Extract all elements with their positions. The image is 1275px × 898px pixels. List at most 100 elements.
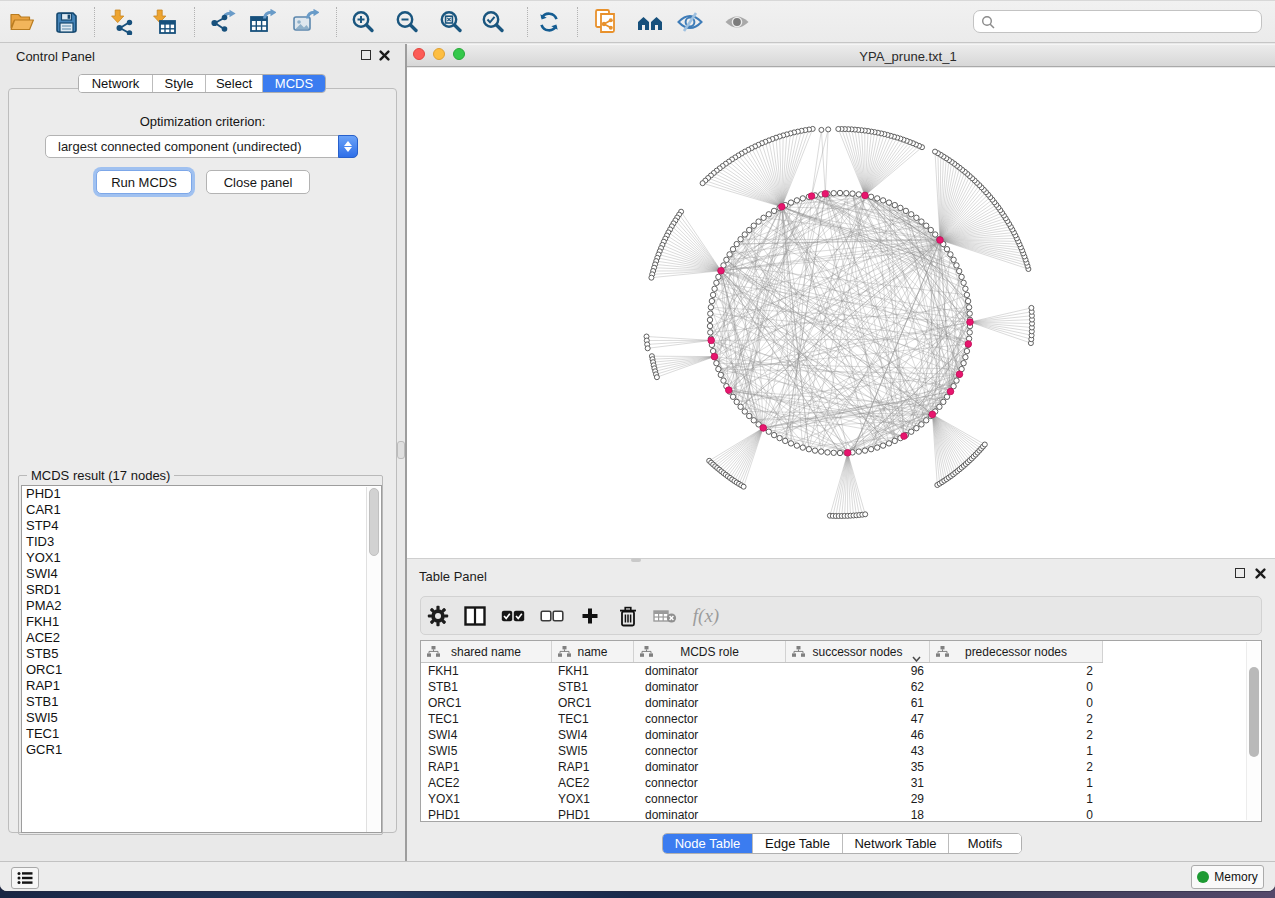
create-column-icon[interactable]: [576, 603, 604, 629]
window-close-button[interactable]: [413, 48, 425, 60]
import-table-icon[interactable]: [149, 8, 179, 36]
export-network-icon[interactable]: [207, 8, 237, 36]
tab-select[interactable]: Select: [206, 75, 263, 92]
column-header-successor-nodes[interactable]: successor nodes: [786, 641, 930, 662]
cell-mcds-role: dominator: [634, 807, 786, 823]
vertical-splitter-handle[interactable]: [397, 441, 405, 459]
table-row[interactable]: ACE2ACE2connector311: [421, 775, 1247, 791]
mcds-result-item[interactable]: RAP1: [22, 678, 381, 694]
cell-mcds-role: dominator: [634, 679, 786, 695]
column-header-predecessor-nodes[interactable]: predecessor nodes: [930, 641, 1103, 662]
column-header-MCDS-role[interactable]: MCDS role: [634, 641, 786, 662]
zoom-selected-icon[interactable]: [478, 8, 508, 36]
mcds-result-item[interactable]: PMA2: [22, 598, 381, 614]
mcds-result-item[interactable]: SRD1: [22, 582, 381, 598]
cell-successor-nodes: 31: [786, 775, 930, 791]
table-scrollbar-thumb[interactable]: [1249, 667, 1259, 757]
unselect-all-columns-icon[interactable]: [538, 603, 566, 629]
horizontal-splitter-handle[interactable]: [631, 558, 641, 562]
search-box[interactable]: [973, 10, 1262, 33]
export-table-icon[interactable]: [247, 8, 277, 36]
zoom-fit-icon[interactable]: [436, 8, 466, 36]
mcds-tab-content: Optimization criterion: largest connecte…: [8, 88, 397, 833]
zoom-in-icon[interactable]: [348, 8, 378, 36]
table-row[interactable]: PHD1PHD1dominator180: [421, 807, 1247, 823]
save-session-icon[interactable]: [51, 8, 81, 36]
mcds-result-item[interactable]: STB1: [22, 694, 381, 710]
table-row[interactable]: STB1STB1dominator620: [421, 679, 1247, 695]
close-panel-button[interactable]: Close panel: [206, 170, 310, 194]
table-row[interactable]: FKH1FKH1dominator962: [421, 663, 1247, 679]
mcds-result-list[interactable]: PHD1CAR1STP4TID3YOX1SWI4SRD1PMA2FKH1ACE2…: [21, 485, 382, 833]
mcds-result-item[interactable]: STP4: [22, 518, 381, 534]
import-network-icon[interactable]: [107, 8, 137, 36]
float-table-panel-icon[interactable]: [1235, 568, 1245, 578]
export-image-icon[interactable]: [290, 8, 320, 36]
mcds-result-item[interactable]: TID3: [22, 534, 381, 550]
zoom-out-icon[interactable]: [392, 8, 422, 36]
tab-node-table[interactable]: Node Table: [663, 834, 753, 853]
mcds-result-item[interactable]: SWI4: [22, 566, 381, 582]
column-header-shared-name[interactable]: shared name: [421, 641, 552, 662]
float-panel-icon[interactable]: [361, 50, 371, 60]
select-all-columns-icon[interactable]: [499, 603, 527, 629]
show-all-icon[interactable]: [722, 8, 752, 36]
tab-edge-table[interactable]: Edge Table: [753, 834, 843, 853]
network-canvas[interactable]: [407, 68, 1275, 558]
toolbar-separator: [94, 7, 95, 37]
mcds-result-item[interactable]: CAR1: [22, 502, 381, 518]
close-table-panel-icon[interactable]: [1255, 568, 1266, 579]
show-panels-button[interactable]: [11, 867, 39, 889]
run-mcds-button[interactable]: Run MCDS: [96, 170, 192, 194]
result-list-scrollbar[interactable]: [366, 487, 380, 833]
mcds-result-item[interactable]: GCR1: [22, 742, 381, 758]
window-minimize-button[interactable]: [433, 48, 445, 60]
mcds-result-item[interactable]: ORC1: [22, 662, 381, 678]
window-maximize-button[interactable]: [453, 48, 465, 60]
toolbar-separator: [527, 7, 528, 37]
tab-network[interactable]: Network: [79, 75, 153, 92]
table-row[interactable]: TEC1TEC1connector472: [421, 711, 1247, 727]
table-panel-tabs: Node TableEdge TableNetwork TableMotifs: [662, 833, 1022, 854]
delete-column-icon[interactable]: [614, 603, 642, 629]
dropdown-stepper-icon: [338, 135, 358, 158]
mcds-result-item[interactable]: STB5: [22, 646, 381, 662]
mcds-result-item[interactable]: FKH1: [22, 614, 381, 630]
close-panel-icon[interactable]: [379, 50, 390, 61]
mcds-result-item[interactable]: PHD1: [22, 486, 381, 502]
table-row[interactable]: SWI4SWI4dominator462: [421, 727, 1247, 743]
clone-network-icon[interactable]: [591, 8, 621, 36]
cell-predecessor-nodes: 2: [930, 711, 1103, 727]
result-list-scrollbar-thumb[interactable]: [369, 488, 379, 556]
mcds-result-item[interactable]: SWI5: [22, 710, 381, 726]
table-row[interactable]: YOX1YOX1connector291: [421, 791, 1247, 807]
table-row[interactable]: ORC1ORC1dominator610: [421, 695, 1247, 711]
cell-predecessor-nodes: 2: [930, 727, 1103, 743]
memory-button[interactable]: Memory: [1191, 865, 1264, 889]
tab-network-table[interactable]: Network Table: [843, 834, 949, 853]
overview-icon[interactable]: [636, 8, 666, 36]
tab-style[interactable]: Style: [153, 75, 206, 92]
cell-shared-name: PHD1: [421, 807, 552, 823]
search-input[interactable]: [995, 13, 1261, 31]
criterion-dropdown[interactable]: largest connected component (undirected): [45, 135, 358, 158]
tab-mcds[interactable]: MCDS: [263, 75, 325, 92]
table-row[interactable]: SWI5SWI5connector431: [421, 743, 1247, 759]
cell-mcds-role: connector: [634, 775, 786, 791]
mcds-result-item[interactable]: YOX1: [22, 550, 381, 566]
hide-selected-icon[interactable]: [675, 8, 705, 36]
mcds-result-item[interactable]: TEC1: [22, 726, 381, 742]
mcds-result-item[interactable]: ACE2: [22, 630, 381, 646]
network-window-titlebar[interactable]: YPA_prune.txt_1: [407, 44, 1275, 67]
table-row[interactable]: RAP1RAP1dominator352: [421, 759, 1247, 775]
search-icon: [981, 15, 995, 29]
panels-list-icon: [17, 871, 33, 885]
tab-motifs[interactable]: Motifs: [949, 834, 1021, 853]
open-file-icon[interactable]: [7, 8, 37, 36]
refresh-layout-icon[interactable]: [534, 8, 564, 36]
table-settings-gear-icon[interactable]: [424, 603, 452, 629]
table-scrollbar[interactable]: [1246, 642, 1260, 820]
cell-shared-name: SWI4: [421, 727, 552, 743]
show-column-icon[interactable]: [461, 603, 489, 629]
column-header-name[interactable]: name: [552, 641, 634, 662]
